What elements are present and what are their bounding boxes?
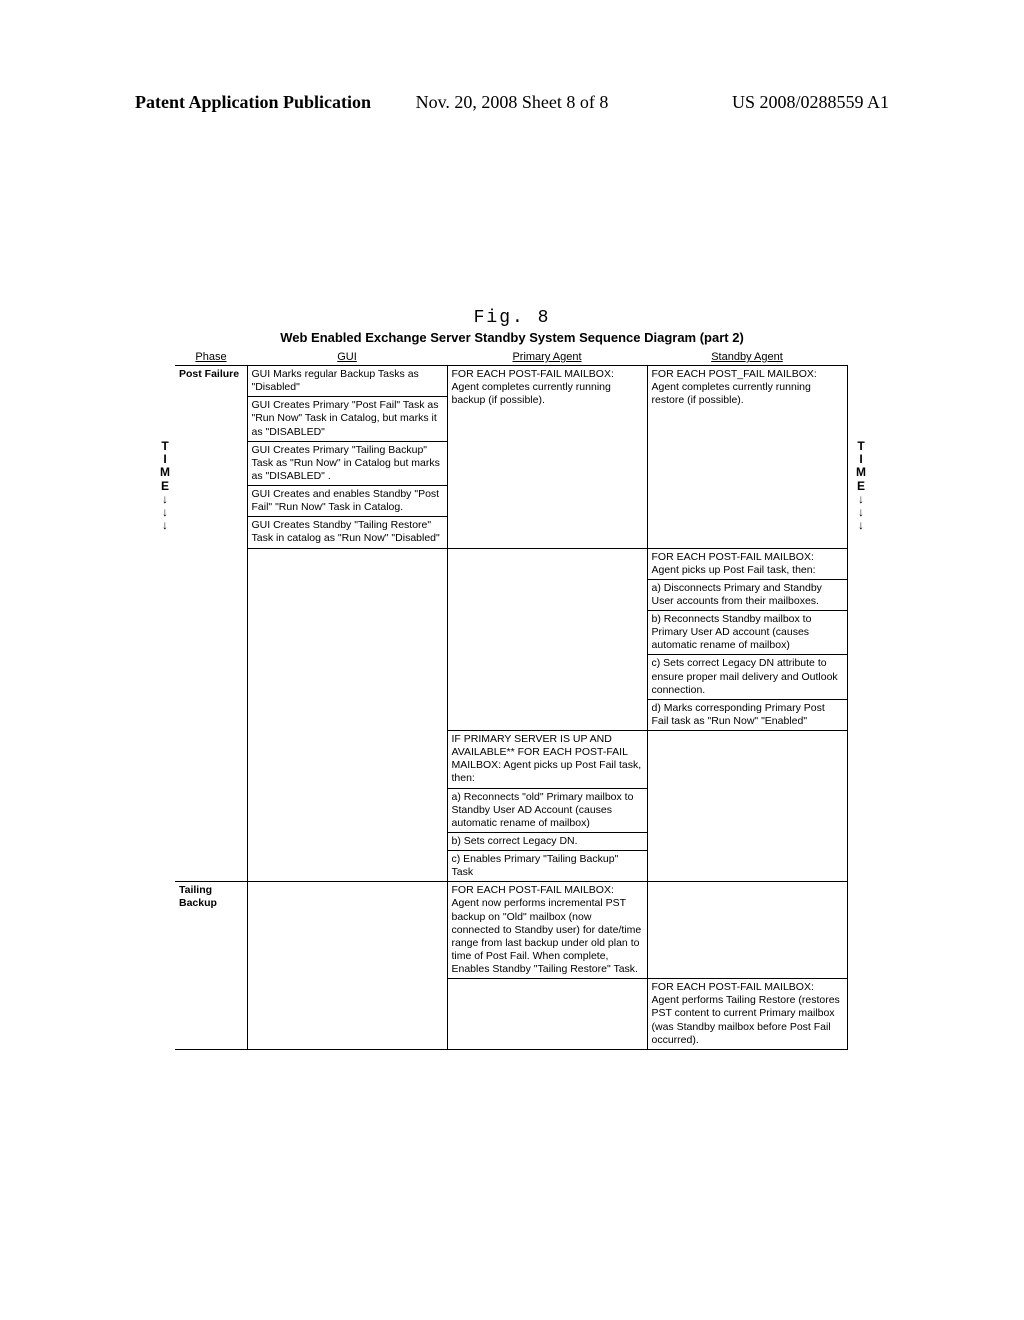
primary-cell: FOR EACH POST-FAIL MAILBOX: Agent comple… [447, 366, 647, 549]
header-center: Nov. 20, 2008 Sheet 8 of 8 [416, 92, 609, 113]
primary-cell: b) Sets correct Legacy DN. [447, 832, 647, 850]
standby-cell [647, 731, 847, 882]
standby-cell: c) Sets correct Legacy DN attribute to e… [647, 655, 847, 699]
header-left: Patent Application Publication [135, 92, 371, 112]
col-gui: GUI [247, 349, 447, 366]
primary-cell [447, 548, 647, 731]
gui-cell: GUI Creates and enables Standby "Post Fa… [247, 486, 447, 517]
gui-cell: GUI Creates Primary "Post Fail" Task as … [247, 397, 447, 441]
gui-cell [247, 548, 447, 882]
time-marker-left: TIME↓↓↓ [158, 440, 172, 532]
standby-cell: a) Disconnects Primary and Standby User … [647, 579, 847, 610]
gui-cell: GUI Marks regular Backup Tasks as "Disab… [247, 366, 447, 397]
diagram-subtitle: Web Enabled Exchange Server Standby Syst… [280, 330, 744, 345]
standby-cell [647, 882, 847, 979]
phase-cell: Tailing Backup [175, 882, 247, 1050]
col-primary: Primary Agent [447, 349, 647, 366]
standby-cell: FOR EACH POST_FAIL MAILBOX: Agent comple… [647, 366, 847, 549]
primary-cell: c) Enables Primary "Tailing Backup" Task [447, 851, 647, 882]
standby-cell: FOR EACH POST-FAIL MAILBOX: Agent picks … [647, 548, 847, 579]
table-row: Post Failure GUI Marks regular Backup Ta… [175, 366, 847, 397]
gui-cell [247, 882, 447, 1050]
standby-cell: d) Marks corresponding Primary Post Fail… [647, 699, 847, 730]
header: Patent Application Publication Nov. 20, … [135, 92, 889, 113]
table-body: Post Failure GUI Marks regular Backup Ta… [175, 366, 847, 1050]
standby-cell: b) Reconnects Standby mailbox to Primary… [647, 611, 847, 655]
table-header-row: Phase GUI Primary Agent Standby Agent [175, 349, 847, 366]
gui-cell: GUI Creates Standby "Tailing Restore" Ta… [247, 517, 447, 548]
col-standby: Standby Agent [647, 349, 847, 366]
standby-cell: FOR EACH POST-FAIL MAILBOX: Agent perfor… [647, 979, 847, 1050]
primary-cell: IF PRIMARY SERVER IS UP AND AVAILABLE** … [447, 731, 647, 789]
primary-cell [447, 979, 647, 1050]
primary-cell: a) Reconnects "old" Primary mailbox to S… [447, 788, 647, 832]
col-phase: Phase [175, 349, 247, 366]
primary-cell: FOR EACH POST-FAIL MAILBOX: Agent now pe… [447, 882, 647, 979]
sequence-table: Phase GUI Primary Agent Standby Agent Po… [175, 349, 848, 1050]
figure-label: Fig. 8 [474, 308, 551, 328]
sequence-table-wrap: Phase GUI Primary Agent Standby Agent Po… [175, 349, 847, 1050]
time-marker-right: TIME↓↓↓ [854, 440, 868, 532]
gui-cell: GUI Creates Primary "Tailing Backup" Tas… [247, 441, 447, 485]
header-right: US 2008/0288559 A1 [732, 92, 889, 113]
table-row: Tailing Backup FOR EACH POST-FAIL MAILBO… [175, 882, 847, 979]
table-row: FOR EACH POST-FAIL MAILBOX: Agent picks … [175, 548, 847, 579]
phase-cell: Post Failure [175, 366, 247, 882]
